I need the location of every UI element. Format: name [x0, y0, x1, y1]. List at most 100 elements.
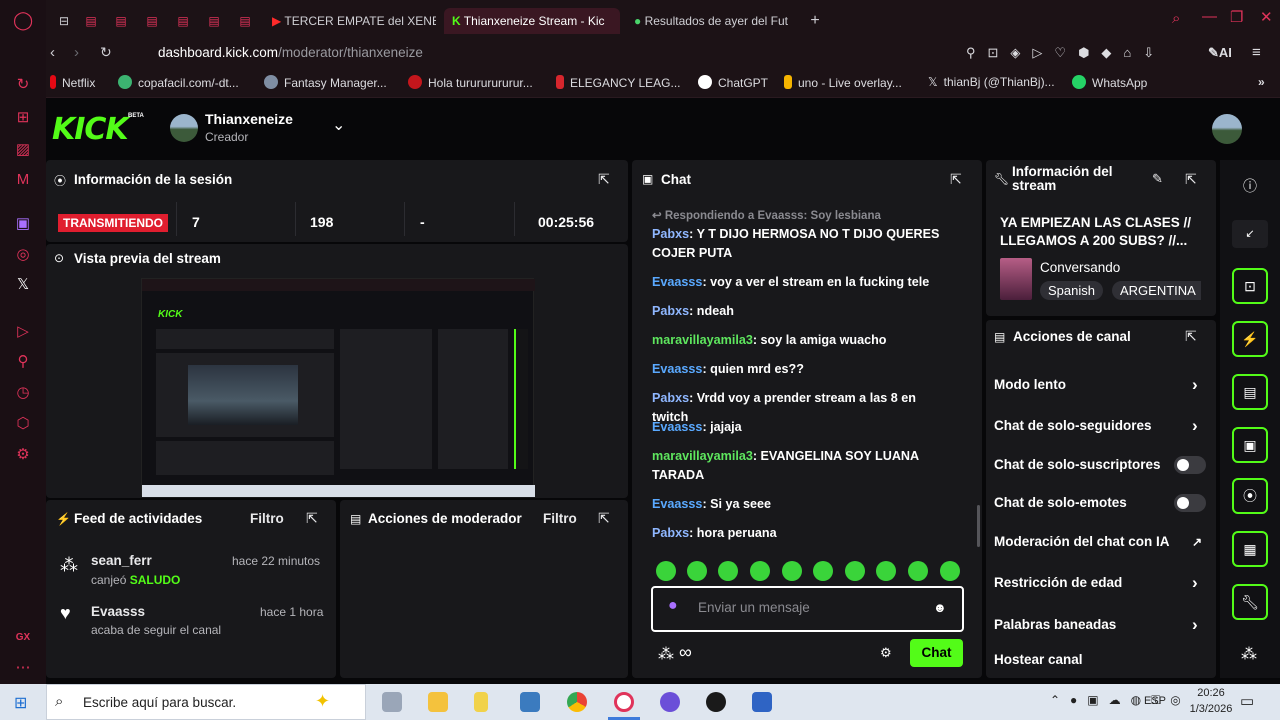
chevron-right-icon[interactable]: › [1192, 615, 1198, 635]
pin-icon[interactable]: ⚲ [13, 352, 33, 372]
kick-logo[interactable]: KICK [52, 112, 129, 147]
toggle-switch[interactable] [1174, 494, 1206, 512]
emote-button[interactable] [750, 561, 770, 581]
discord-icon[interactable] [660, 692, 680, 712]
pinned-tab-4[interactable]: ▤ [170, 8, 196, 34]
activity-filter-button[interactable]: Filtro [250, 511, 284, 526]
taskbar-search[interactable]: ⌕ Escribe aquí para buscar. ✦ [46, 684, 366, 720]
minimize-icon[interactable]: — [1202, 8, 1217, 25]
language-indicator[interactable]: ESP [1144, 695, 1166, 707]
chat-settings-icon[interactable]: ⚙ [880, 645, 892, 661]
bookmark-elegancy[interactable]: ELEGANCY LEAG... [556, 75, 681, 90]
side-preview-button[interactable]: ⊡ [1232, 268, 1268, 304]
chevron-right-icon[interactable]: › [1192, 375, 1198, 395]
chat-message[interactable]: Evaasss: quien mrd es?? [652, 360, 952, 379]
chrome-icon[interactable] [567, 692, 587, 712]
emote-button[interactable] [940, 561, 960, 581]
pinned-tab-5[interactable]: ▤ [201, 8, 227, 34]
emote-button[interactable] [656, 561, 676, 581]
side-mod-button[interactable]: ▦ [1232, 531, 1268, 567]
chat-username[interactable]: Evaasss [652, 497, 702, 511]
close-icon[interactable]: ✕ [1260, 8, 1273, 26]
mic-icon[interactable]: ● [668, 597, 678, 615]
channel-action-7[interactable]: Hostear canal [994, 652, 1083, 667]
stream-info-expand-icon[interactable]: ⇱ [1185, 171, 1197, 188]
notifications-icon[interactable]: ▭ [1240, 692, 1254, 710]
chat-username[interactable]: Evaasss [652, 362, 702, 376]
bookmark-fantasy[interactable]: Fantasy Manager... [264, 75, 387, 90]
tag-country[interactable]: ARGENTINA [1112, 281, 1201, 300]
chat-message[interactable]: Pabxs: hora peruana [652, 524, 952, 543]
new-tab-button[interactable]: + [804, 8, 826, 34]
channel-action-3[interactable]: Chat de solo-emotes [994, 495, 1127, 510]
side-broadcast-button[interactable]: ⦿ [1232, 478, 1268, 514]
channel-actions-expand-icon[interactable]: ⇱ [1185, 328, 1197, 345]
side-chat-button[interactable]: ▣ [1232, 427, 1268, 463]
instagram-icon[interactable]: ◎ [13, 245, 33, 265]
chat-message[interactable]: maravillayamila3: EVANGELINA SOY LUANA T… [652, 447, 952, 485]
more-icon[interactable]: ⋯ [13, 658, 33, 678]
clock-date[interactable]: 1/3/2026 [1186, 703, 1236, 715]
mod-filter-button[interactable]: Filtro [543, 511, 577, 526]
pinned-app-icon[interactable] [474, 692, 488, 712]
opera-logo-icon[interactable]: ◯ [13, 10, 33, 30]
tab-menu-icon[interactable]: ⊟ [52, 8, 76, 34]
toolbar-icons[interactable]: ⚲⊡◈▷♡⬢◆⌂⇩ [966, 45, 1166, 61]
chat-message[interactable]: Evaasss: Si ya seee [652, 495, 952, 514]
clock-time[interactable]: 20:26 [1186, 687, 1236, 699]
pinned-tab-2[interactable]: ▤ [108, 8, 134, 34]
channel-action-6[interactable]: Palabras baneadas [994, 617, 1116, 632]
side-wrench-button[interactable]: 🔧︎ [1232, 584, 1268, 620]
url-field[interactable]: dashboard.kick.com/moderator/thianxeneiz… [158, 45, 423, 60]
tab-kick[interactable]: K Thianxeneize Stream - Kic [444, 8, 620, 34]
chevron-right-icon[interactable]: › [1192, 416, 1198, 436]
chat-send-button[interactable]: Chat [910, 639, 963, 667]
forward-icon[interactable]: › [74, 44, 79, 61]
toggle-switch[interactable] [1174, 456, 1206, 474]
external-link-icon[interactable]: ↗ [1192, 535, 1202, 549]
task-view-icon[interactable] [382, 692, 402, 712]
bookmark-chatgpt[interactable]: ChatGPT [698, 75, 768, 90]
chat-username[interactable]: Pabxs [652, 227, 689, 241]
obs-icon[interactable] [706, 692, 726, 712]
bookmark-uno[interactable]: uno - Live overlay... [784, 75, 902, 90]
emote-button[interactable] [845, 561, 865, 581]
chat-username[interactable]: maravillayamila3 [652, 449, 753, 463]
chat-message[interactable]: Evaasss: voy a ver el stream en la fucki… [652, 273, 952, 292]
category-name[interactable]: Conversando [1040, 260, 1120, 275]
opera-gx-icon[interactable] [614, 692, 634, 712]
chevron-right-icon[interactable]: › [1192, 573, 1198, 593]
channel-action-0[interactable]: Modo lento [994, 377, 1066, 392]
restore-icon[interactable]: ❐ [1230, 8, 1243, 26]
mod-expand-icon[interactable]: ⇱ [598, 510, 610, 527]
ai-button[interactable]: ✎AI [1208, 45, 1232, 61]
category-thumbnail[interactable] [1000, 258, 1032, 300]
chat-username[interactable]: maravillayamila3 [652, 333, 753, 347]
reload-icon[interactable]: ↻ [100, 44, 112, 61]
extensions-icon[interactable]: ⬡ [13, 414, 33, 434]
file-explorer-icon[interactable] [428, 692, 448, 712]
collapse-icon[interactable]: ↙ [1232, 220, 1268, 248]
chat-message[interactable]: maravillayamila3: soy la amiga wuacho [652, 331, 952, 350]
activity-user[interactable]: Evaasss [91, 604, 145, 619]
system-tray-icons[interactable]: ⌃●▣☁◍⚿◎ [1050, 693, 1191, 708]
bookmark-hola[interactable]: Hola turururururur... [408, 75, 533, 90]
channel-action-2[interactable]: Chat de solo-suscriptores [994, 457, 1161, 472]
pinned-tab-6[interactable]: ▤ [232, 8, 258, 34]
emote-button[interactable] [876, 561, 896, 581]
user-avatar[interactable] [1212, 114, 1242, 144]
info-icon[interactable]: ⓘ [1243, 176, 1257, 196]
side-lightning-button[interactable]: ⚡ [1232, 321, 1268, 357]
emote-button[interactable] [782, 561, 802, 581]
chat-username[interactable]: Pabxs [652, 391, 689, 405]
activity-user[interactable]: sean_ferr [91, 553, 152, 568]
m-app-icon[interactable]: M [13, 170, 33, 190]
news-icon[interactable]: ▨ [13, 140, 33, 160]
emote-button[interactable] [813, 561, 833, 581]
shield-app-icon[interactable] [752, 692, 772, 712]
bookmark-whatsapp[interactable]: WhatsApp [1072, 75, 1147, 90]
chat-message[interactable]: Pabxs: ndeah [652, 302, 952, 321]
pinned-tab-3[interactable]: ▤ [139, 8, 165, 34]
chat-scrollbar[interactable] [977, 505, 980, 547]
edit-icon[interactable]: ✎ [1152, 171, 1163, 187]
